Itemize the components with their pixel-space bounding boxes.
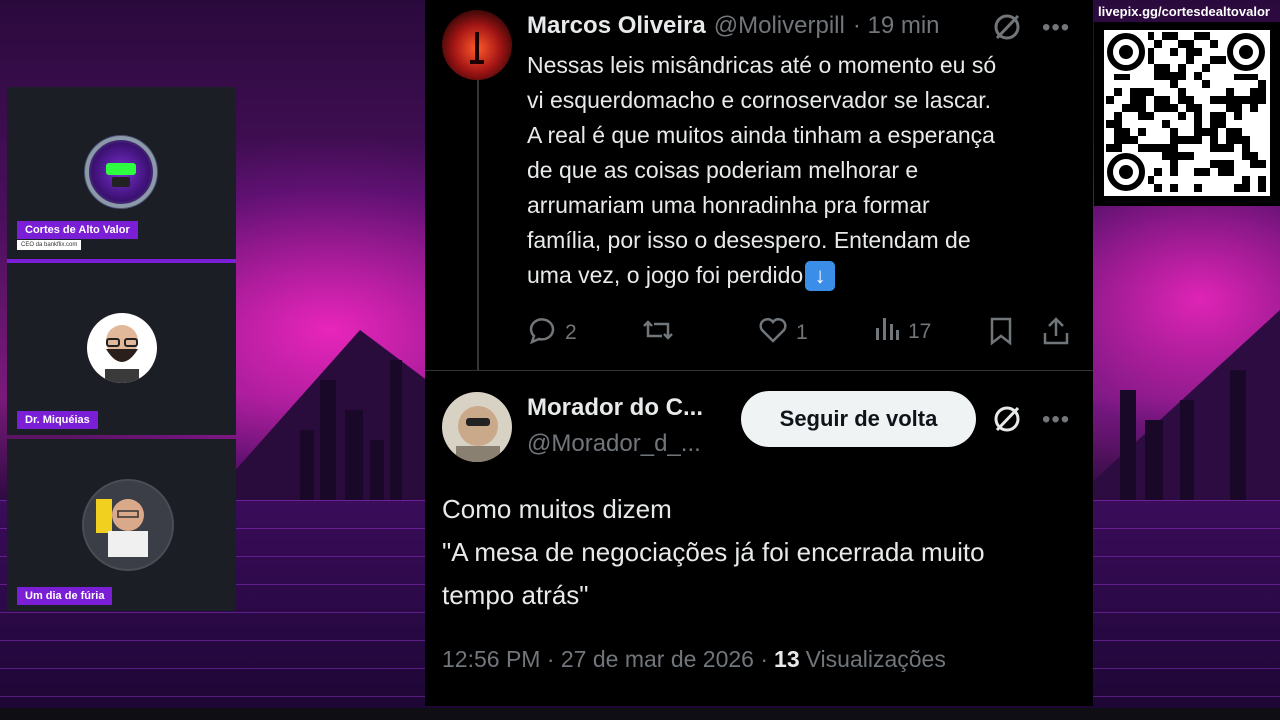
avatar xyxy=(82,479,174,571)
bottom-bar xyxy=(0,708,1280,720)
views-count: 17 xyxy=(908,320,932,343)
cam-name-tag: Um dia de fúria xyxy=(17,587,113,605)
qr-code xyxy=(1094,22,1280,206)
building xyxy=(345,410,363,500)
tweet-line: de que as coisas poderiam melhorar e xyxy=(527,157,919,183)
building xyxy=(1120,390,1136,500)
tweet-line: Nessas leis misândricas até o momento eu… xyxy=(527,52,997,78)
building xyxy=(370,440,384,500)
building xyxy=(1180,400,1194,500)
grok-icon[interactable] xyxy=(992,404,1022,439)
thread-line xyxy=(477,80,479,370)
bookmark-button[interactable] xyxy=(988,316,1014,352)
retweet-icon xyxy=(640,316,676,350)
down-arrow-emoji-icon: ↓ xyxy=(805,260,836,291)
building xyxy=(300,430,314,500)
building xyxy=(1230,370,1246,500)
reply-count: 2 xyxy=(565,321,577,344)
tweet-line: arrumariam uma honradinha pra formar xyxy=(527,192,930,218)
cam-name-tag: Cortes de Alto Valor xyxy=(17,221,138,239)
cam-subtitle: CEO da bankflix.com xyxy=(17,240,82,250)
more-options-icon[interactable]: ••• xyxy=(1042,406,1070,434)
avatar xyxy=(84,135,158,209)
follow-back-label: Seguir de volta xyxy=(779,406,938,431)
tweet-2-body: Como muitos dizem "A mesa de negociações… xyxy=(442,488,1082,617)
views-count: 13 xyxy=(774,646,800,672)
tweet-2-handle[interactable]: @Morador_d_... xyxy=(527,430,701,458)
reply-button[interactable]: 2 xyxy=(527,316,577,350)
tweet-line: A real é que muitos ainda tinham a esper… xyxy=(527,122,995,148)
cam-name-tag: Dr. Miquéias xyxy=(17,411,98,429)
tweet-line: família, por isso o desespero. Entendam … xyxy=(527,227,971,253)
views-button[interactable]: 17 xyxy=(874,316,931,348)
webcam-panel-1: Cortes de Alto Valor CEO da bankflix.com xyxy=(7,87,236,259)
building xyxy=(1145,420,1163,500)
tweet-1-body: Nessas leis misândricas até o momento eu… xyxy=(527,48,1077,293)
tweet-2-avatar[interactable] xyxy=(442,392,512,462)
tweet-divider xyxy=(425,370,1093,371)
tweet-1-header: Marcos Oliveira @Moliverpill · 19 min xyxy=(527,12,940,40)
more-options-icon[interactable]: ••• xyxy=(1042,14,1070,42)
tweet-last-line: uma vez, o jogo foi perdido ↓ xyxy=(527,258,1077,293)
follow-back-button[interactable]: Seguir de volta xyxy=(741,391,976,447)
tweet-1-handle[interactable]: @Moliverpill xyxy=(714,12,845,40)
tweet-timestamp[interactable]: 12:56 PM · 27 de mar de 2026 · xyxy=(442,646,768,673)
bookmark-icon xyxy=(988,316,1014,352)
views-icon xyxy=(874,316,900,348)
tweet-2-meta: 12:56 PM · 27 de mar de 2026 · 13 Visual… xyxy=(442,646,946,673)
tweet-line: tempo atrás" xyxy=(442,580,589,610)
building xyxy=(320,380,336,500)
retweet-button[interactable] xyxy=(640,316,676,350)
donation-link: livepix.gg/cortesdealtovalor xyxy=(1098,4,1270,19)
avatar xyxy=(87,313,157,383)
tweet-line: vi esquerdomacho e cornoservador se lasc… xyxy=(527,87,992,113)
building xyxy=(390,360,402,500)
like-count: 1 xyxy=(796,321,808,344)
tweet-2-author[interactable]: Morador do C... xyxy=(527,394,703,422)
heart-icon xyxy=(758,316,788,350)
webcam-panel-3: Um dia de fúria xyxy=(7,439,236,611)
tweet-1-time[interactable]: · 19 min xyxy=(853,12,940,40)
tweet-1-avatar[interactable] xyxy=(442,10,512,80)
share-button[interactable] xyxy=(1042,316,1070,352)
tweet-line: uma vez, o jogo foi perdido xyxy=(527,262,804,288)
reply-icon xyxy=(527,316,557,350)
like-button[interactable]: 1 xyxy=(758,316,808,350)
share-icon xyxy=(1042,316,1070,352)
tweet-line: Como muitos dizem xyxy=(442,494,672,524)
tweet-1-author[interactable]: Marcos Oliveira xyxy=(527,12,706,40)
grok-icon[interactable] xyxy=(992,12,1022,47)
tweet-line: "A mesa de negociações já foi encerrada … xyxy=(442,537,985,567)
views-label: Visualizações xyxy=(805,646,946,672)
webcam-panel-2: Dr. Miquéias xyxy=(7,263,236,435)
